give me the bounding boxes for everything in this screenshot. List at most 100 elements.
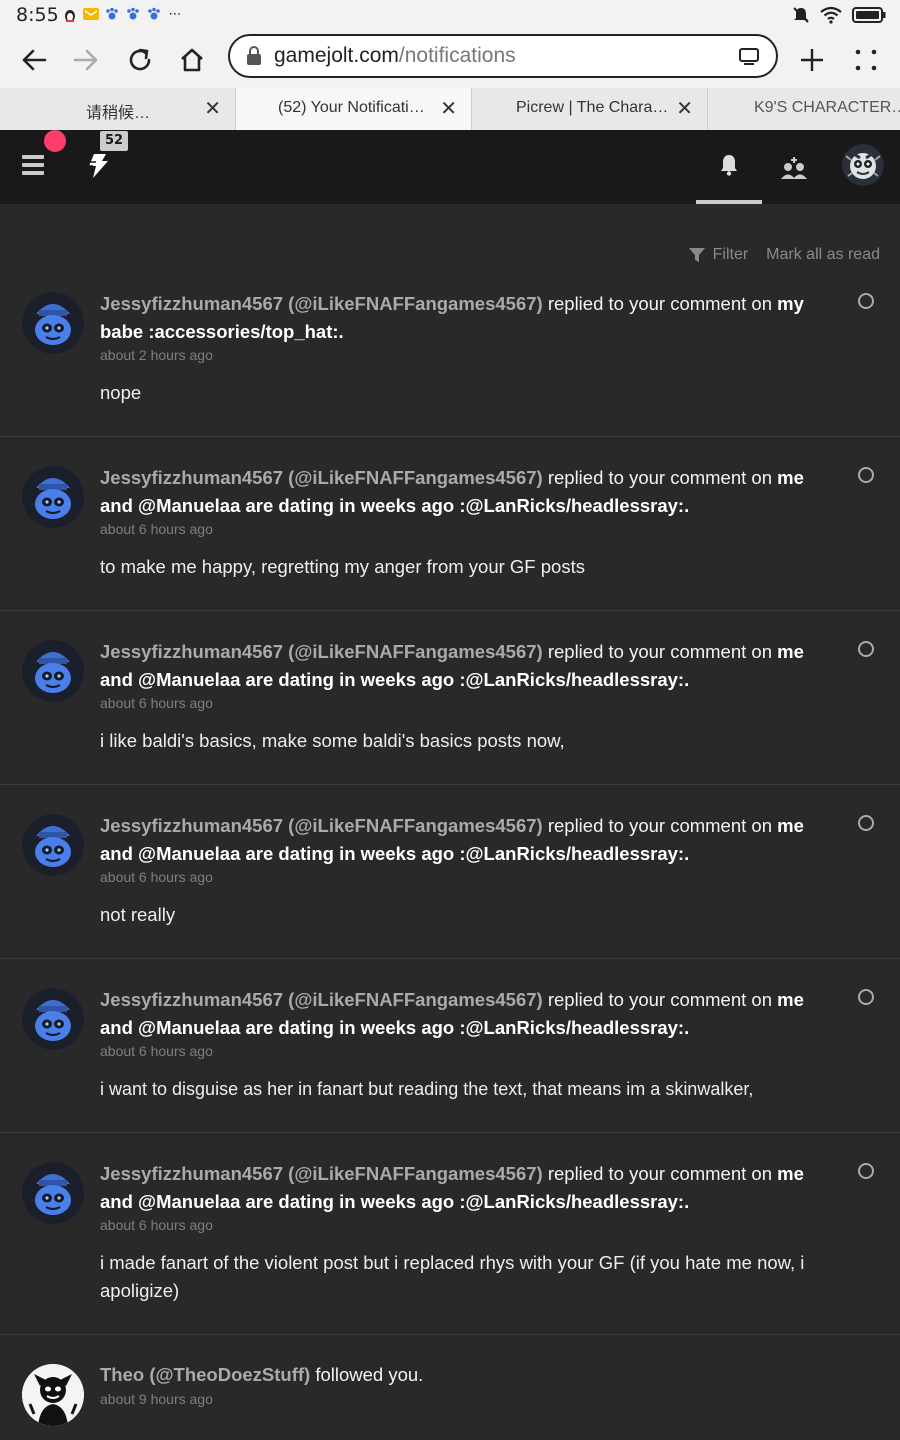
notification-count-badge: 52	[100, 131, 128, 151]
notification-action: replied to your comment on	[547, 1163, 772, 1184]
notification-text: Jessyfizzhuman4567 (@iLikeFNAFFangames45…	[100, 986, 830, 1042]
avatar[interactable]	[22, 640, 84, 702]
browser-toolbar: gamejolt.com/notifications	[0, 32, 900, 88]
filter-icon	[688, 248, 705, 262]
address-bar[interactable]: gamejolt.com/notifications	[228, 34, 778, 78]
avatar[interactable]	[22, 466, 84, 528]
tab-item-active[interactable]: (52) Your Notificati… ✕	[236, 88, 472, 130]
url-path: /notifications	[398, 44, 516, 67]
notification-action: replied to your comment on	[547, 293, 772, 314]
reload-icon	[129, 48, 151, 71]
mark-read-toggle[interactable]	[858, 815, 874, 831]
notification-text: Theo (@TheoDoezStuff) followed you.	[100, 1361, 830, 1389]
notification-item[interactable]: Jessyfizzhuman4567 (@iLikeFNAFFangames45…	[0, 976, 900, 1133]
notification-time: about 6 hours ago	[100, 521, 213, 537]
notification-action: replied to your comment on	[547, 989, 772, 1010]
notification-item[interactable]: Jessyfizzhuman4567 (@iLikeFNAFFangames45…	[0, 280, 900, 437]
user-avatar[interactable]	[842, 144, 884, 186]
notification-text: Jessyfizzhuman4567 (@iLikeFNAFFangames45…	[100, 638, 830, 694]
notification-user[interactable]: Jessyfizzhuman4567 (@iLikeFNAFFangames45…	[100, 989, 543, 1010]
close-icon[interactable]: ✕	[676, 96, 693, 121]
hamburger-menu-icon[interactable]	[22, 155, 44, 175]
notification-action: replied to your comment on	[547, 815, 772, 836]
notification-user[interactable]: Theo (@TheoDoezStuff)	[100, 1364, 310, 1385]
notification-text: Jessyfizzhuman4567 (@iLikeFNAFFangames45…	[100, 290, 830, 346]
site-header: 52	[0, 130, 900, 204]
notification-item[interactable]: Theo (@TheoDoezStuff) followed you. abou…	[0, 1352, 900, 1440]
notification-time: about 6 hours ago	[100, 1217, 213, 1233]
notification-action: replied to your comment on	[547, 467, 772, 488]
notification-user[interactable]: Jessyfizzhuman4567 (@iLikeFNAFFangames45…	[100, 293, 543, 314]
notification-body: i like baldi's basics, make some baldi's…	[100, 730, 565, 751]
notification-body: i want to disguise as her in fanart but …	[100, 1079, 754, 1099]
system-icons	[792, 6, 886, 24]
notification-item[interactable]: Jessyfizzhuman4567 (@iLikeFNAFFangames45…	[0, 1150, 900, 1335]
paw-icon	[146, 7, 162, 23]
mark-read-toggle[interactable]	[858, 1163, 874, 1179]
reader-mode-icon[interactable]	[738, 46, 760, 66]
notification-user[interactable]: Jessyfizzhuman4567 (@iLikeFNAFFangames45…	[100, 1163, 543, 1184]
gamejolt-logo-icon[interactable]	[84, 152, 110, 184]
notification-time: about 2 hours ago	[100, 347, 213, 363]
menu-button[interactable]	[846, 40, 886, 80]
notification-user[interactable]: Jessyfizzhuman4567 (@iLikeFNAFFangames45…	[100, 815, 543, 836]
notification-time: about 6 hours ago	[100, 1043, 213, 1059]
mark-all-read-button[interactable]: Mark all as read	[766, 246, 880, 264]
filter-button[interactable]: Filter	[688, 246, 749, 264]
notification-time: about 9 hours ago	[100, 1391, 213, 1407]
notification-time: about 6 hours ago	[100, 869, 213, 885]
home-icon	[181, 48, 203, 72]
tab-strip: 请稍候… ✕ (52) Your Notificati… ✕ Picrew | …	[0, 88, 900, 130]
notification-text: Jessyfizzhuman4567 (@iLikeFNAFFangames45…	[100, 464, 830, 520]
unread-dot	[44, 130, 66, 152]
notification-user[interactable]: Jessyfizzhuman4567 (@iLikeFNAFFangames45…	[100, 467, 543, 488]
arrow-right-icon	[73, 49, 98, 71]
notification-time: about 6 hours ago	[100, 695, 213, 711]
avatar[interactable]	[22, 292, 84, 354]
back-button[interactable]	[14, 40, 54, 80]
url-domain: gamejolt.com	[274, 44, 399, 67]
notification-text: Jessyfizzhuman4567 (@iLikeFNAFFangames45…	[100, 1160, 830, 1216]
mark-read-toggle[interactable]	[858, 467, 874, 483]
avatar[interactable]	[22, 988, 84, 1050]
friends-button[interactable]	[772, 148, 816, 188]
tab-item[interactable]: K9'S CHARACTER…	[708, 88, 900, 130]
close-icon[interactable]: ✕	[204, 96, 221, 121]
penguin-icon	[62, 7, 78, 23]
tab-title: (52) Your Notificati…	[278, 99, 425, 116]
dots-grid-icon	[855, 49, 877, 71]
mute-bell-icon	[793, 7, 809, 23]
mark-read-toggle[interactable]	[858, 293, 874, 309]
notification-item[interactable]: Jessyfizzhuman4567 (@iLikeFNAFFangames45…	[0, 454, 900, 611]
notification-action: replied to your comment on	[547, 641, 772, 662]
lock-icon	[247, 46, 261, 65]
reload-button[interactable]	[120, 40, 160, 80]
notification-item[interactable]: Jessyfizzhuman4567 (@iLikeFNAFFangames45…	[0, 802, 900, 959]
status-notification-icons: ⋯	[62, 7, 183, 23]
paw-icon	[104, 7, 120, 23]
notifications-button[interactable]	[696, 130, 762, 204]
mail-icon	[83, 7, 99, 23]
more-icon: ⋯	[168, 7, 182, 22]
home-button[interactable]	[172, 40, 212, 80]
new-tab-button[interactable]	[792, 40, 832, 80]
tab-item[interactable]: Picrew | The Chara… ✕	[472, 88, 708, 130]
wifi-icon	[820, 6, 842, 24]
paw-icon	[125, 7, 141, 23]
forward-button[interactable]	[66, 40, 106, 80]
mark-read-toggle[interactable]	[858, 989, 874, 1005]
status-time: 8:55	[16, 4, 59, 26]
close-icon[interactable]: ✕	[440, 96, 457, 121]
tab-title: K9'S CHARACTER…	[754, 99, 900, 116]
mark-read-toggle[interactable]	[858, 641, 874, 657]
avatar[interactable]	[22, 1364, 84, 1426]
status-bar: 8:55 ⋯	[0, 0, 900, 32]
notification-user[interactable]: Jessyfizzhuman4567 (@iLikeFNAFFangames45…	[100, 641, 543, 662]
avatar[interactable]	[22, 1162, 84, 1224]
notification-actions: Filter Mark all as read	[688, 246, 880, 264]
avatar[interactable]	[22, 814, 84, 876]
notification-action: followed you.	[315, 1364, 424, 1385]
tab-item[interactable]: 请稍候… ✕	[0, 88, 236, 130]
notification-item[interactable]: Jessyfizzhuman4567 (@iLikeFNAFFangames45…	[0, 628, 900, 785]
filter-label: Filter	[712, 246, 749, 263]
